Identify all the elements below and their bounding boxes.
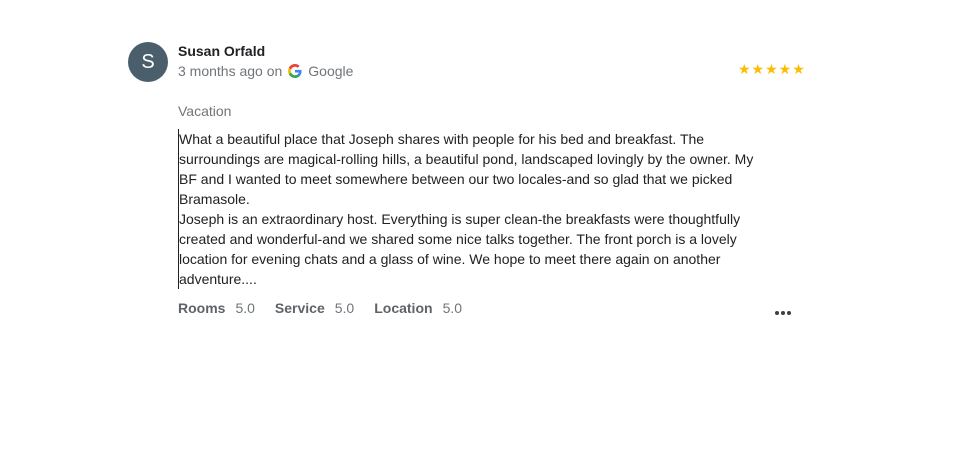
- trip-type: Vacation: [178, 103, 232, 119]
- rating-label: Rooms: [178, 300, 226, 316]
- sub-ratings: Rooms 5.0 Service 5.0 Location 5.0: [178, 300, 482, 316]
- rating-value: 5.0: [334, 300, 355, 316]
- avatar[interactable]: S: [128, 42, 168, 82]
- review-time: 3 months ago on: [178, 63, 283, 79]
- rating-label: Location: [374, 300, 433, 316]
- review-meta: 3 months ago on Google: [178, 63, 353, 79]
- review-paragraph: What a beautiful place that Joseph share…: [179, 131, 754, 207]
- more-horizontal-icon: [774, 303, 792, 321]
- more-options-button[interactable]: [771, 300, 795, 324]
- rating-location: Location 5.0: [374, 300, 462, 316]
- rating-label: Service: [274, 300, 325, 316]
- google-g-icon: [288, 64, 302, 78]
- rating-rooms: Rooms 5.0: [178, 300, 255, 316]
- author-name[interactable]: Susan Orfald: [178, 43, 265, 59]
- rating-value: 5.0: [442, 300, 463, 316]
- review-text: What a beautiful place that Joseph share…: [178, 129, 769, 289]
- rating-service: Service 5.0: [275, 300, 354, 316]
- rating-value: 5.0: [235, 300, 255, 316]
- star-rating: ★★★★★: [738, 61, 806, 77]
- review-source: Google: [308, 63, 354, 79]
- review-paragraph: Joseph is an extraordinary host. Everyth…: [179, 211, 741, 287]
